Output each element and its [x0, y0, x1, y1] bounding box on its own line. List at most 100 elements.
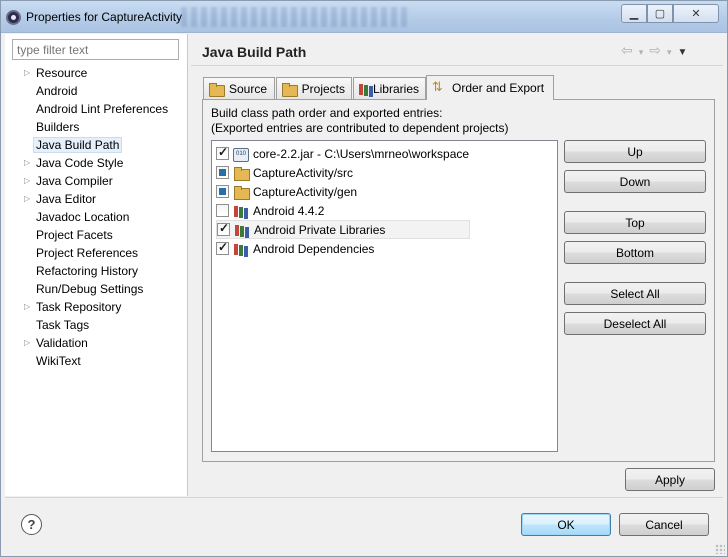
sidebar-item-run-debug-settings[interactable]: Run/Debug Settings	[5, 280, 188, 298]
sidebar-item-task-tags[interactable]: Task Tags	[5, 316, 188, 334]
sidebar-item-label: Android Lint Preferences	[36, 102, 169, 116]
export-checkbox[interactable]	[216, 145, 229, 160]
export-checkbox[interactable]	[216, 166, 229, 179]
sidebar-item-label: Refactoring History	[36, 264, 139, 278]
export-checkbox[interactable]	[216, 240, 229, 255]
sidebar-item-label: Validation	[36, 336, 88, 350]
classpath-entries-list[interactable]: core-2.2.jar - C:\Users\mrneo\workspace C…	[211, 140, 558, 452]
tab-libraries[interactable]: Libraries	[353, 77, 426, 99]
entry-label: CaptureActivity/gen	[253, 184, 358, 199]
footer-separator	[5, 497, 723, 498]
list-item[interactable]: CaptureActivity/src	[216, 163, 556, 182]
sidebar-item-label: Project References	[36, 246, 139, 260]
list-item[interactable]: Android 4.4.2	[216, 201, 556, 220]
order-icon	[431, 79, 447, 95]
sidebar-item-label: Java Build Path	[33, 137, 123, 153]
folder-icon	[281, 82, 298, 97]
down-button[interactable]: Down	[564, 170, 706, 193]
sidebar-item-validation[interactable]: ▷ Validation	[5, 334, 188, 352]
sidebar-item-label: Javadoc Location	[36, 210, 130, 224]
folder-icon	[208, 82, 225, 97]
sidebar-item-label: Resource	[36, 66, 88, 80]
select-all-button[interactable]: Select All	[564, 282, 706, 305]
history-navigation[interactable]: ⇦▾⇨▾▼	[621, 42, 693, 59]
sidebar-item-android[interactable]: Android	[5, 82, 188, 100]
close-button[interactable]: ✕	[673, 4, 719, 23]
apply-button[interactable]: Apply	[625, 468, 715, 491]
deselect-all-button[interactable]: Deselect All	[564, 312, 706, 335]
list-item[interactable]: Android Dependencies	[216, 239, 556, 258]
properties-dialog: Properties for CaptureActivity ▁ ▢ ✕ ▷ Re…	[0, 0, 728, 557]
property-page-tree: ▷ Resource Android Android Lint Preferences…	[5, 64, 188, 370]
sidebar-item-label: Java Compiler	[36, 174, 113, 188]
sidebar-item-project-facets[interactable]: Project Facets	[5, 226, 188, 244]
sidebar-item-java-compiler[interactable]: ▷ Java Compiler	[5, 172, 188, 190]
export-checkbox[interactable]	[216, 185, 229, 198]
sidebar-item-refactoring-history[interactable]: Refactoring History	[5, 262, 188, 280]
tab-label: Libraries	[372, 81, 419, 96]
filter-input[interactable]	[12, 39, 179, 60]
forward-dropdown-icon[interactable]: ▾	[667, 47, 678, 57]
expand-arrow-icon[interactable]: ▷	[24, 334, 30, 352]
list-item[interactable]: Android Private Libraries	[216, 220, 470, 239]
books-icon	[358, 82, 368, 96]
sidebar-item-label: WikiText	[36, 354, 81, 368]
list-item[interactable]: core-2.2.jar - C:\Users\mrneo\workspace	[216, 144, 556, 163]
close-icon: ✕	[691, 8, 701, 20]
sidebar-item-task-repository[interactable]: ▷ Task Repository	[5, 298, 188, 316]
ok-button[interactable]: OK	[521, 513, 611, 536]
sidebar-item-label: Run/Debug Settings	[36, 282, 144, 296]
sidebar-item-java-editor[interactable]: ▷ Java Editor	[5, 190, 188, 208]
sidebar-item-label: Java Code Style	[36, 156, 124, 170]
sidebar-item-java-code-style[interactable]: ▷ Java Code Style	[5, 154, 188, 172]
tab-order-and-export[interactable]: Order and Export	[426, 75, 554, 100]
expand-arrow-icon[interactable]: ▷	[24, 298, 30, 316]
back-arrow-icon[interactable]: ⇦	[621, 42, 639, 58]
entry-label: Android 4.4.2	[253, 203, 325, 218]
folder-icon	[233, 185, 250, 200]
books-icon	[233, 242, 249, 256]
resize-grip-icon[interactable]	[715, 544, 725, 554]
tab-label: Projects	[301, 81, 345, 96]
sidebar-item-project-references[interactable]: Project References	[5, 244, 188, 262]
back-dropdown-icon[interactable]: ▾	[639, 47, 650, 57]
entry-label: Android Private Libraries	[254, 222, 386, 237]
minimize-icon: ▁	[629, 8, 639, 20]
sidebar-item-builders[interactable]: Builders	[5, 118, 188, 136]
sidebar-item-javadoc-location[interactable]: Javadoc Location	[5, 208, 188, 226]
expand-arrow-icon[interactable]: ▷	[24, 172, 30, 190]
help-icon[interactable]: ?	[21, 514, 42, 535]
minimize-button[interactable]: ▁	[621, 4, 647, 23]
sidebar-item-android-lint-preferences[interactable]: Android Lint Preferences	[5, 100, 188, 118]
description-line-1: Build class path order and exported entr…	[211, 106, 443, 120]
forward-arrow-icon[interactable]: ⇨	[649, 42, 667, 58]
sidebar-item-java-build-path[interactable]: Java Build Path	[5, 136, 188, 154]
title-bar[interactable]: Properties for CaptureActivity ▁ ▢ ✕	[1, 1, 727, 33]
expand-arrow-icon[interactable]: ▷	[24, 154, 30, 172]
sidebar-item-wikitext[interactable]: WikiText	[5, 352, 188, 370]
maximize-button[interactable]: ▢	[647, 4, 673, 23]
list-item[interactable]: CaptureActivity/gen	[216, 182, 556, 201]
up-button[interactable]: Up	[564, 140, 706, 163]
property-page-tree-pane: ▷ Resource Android Android Lint Preferences…	[5, 34, 188, 496]
view-menu-icon[interactable]: ▼	[678, 47, 694, 58]
panel-description: Build class path order and exported entr…	[211, 106, 509, 136]
sidebar-item-label: Task Tags	[36, 318, 90, 332]
bottom-button[interactable]: Bottom	[564, 241, 706, 264]
export-checkbox[interactable]	[216, 204, 229, 217]
sidebar-item-resource[interactable]: ▷ Resource	[5, 64, 188, 82]
tab-source[interactable]: Source	[203, 77, 275, 99]
folder-icon	[233, 166, 250, 181]
maximize-icon: ▢	[654, 8, 666, 20]
top-button[interactable]: Top	[564, 211, 706, 234]
expand-arrow-icon[interactable]: ▷	[24, 64, 30, 82]
expand-arrow-icon[interactable]: ▷	[24, 190, 30, 208]
order-export-panel: Build class path order and exported entr…	[202, 99, 715, 462]
tab-projects[interactable]: Projects	[276, 77, 352, 99]
sidebar-item-label: Builders	[36, 120, 80, 134]
sidebar-item-label: Task Repository	[36, 300, 122, 314]
cancel-button[interactable]: Cancel	[619, 513, 709, 536]
export-checkbox[interactable]	[217, 221, 230, 236]
tab-label: Order and Export	[452, 81, 545, 95]
sidebar-item-label: Java Editor	[36, 192, 97, 206]
